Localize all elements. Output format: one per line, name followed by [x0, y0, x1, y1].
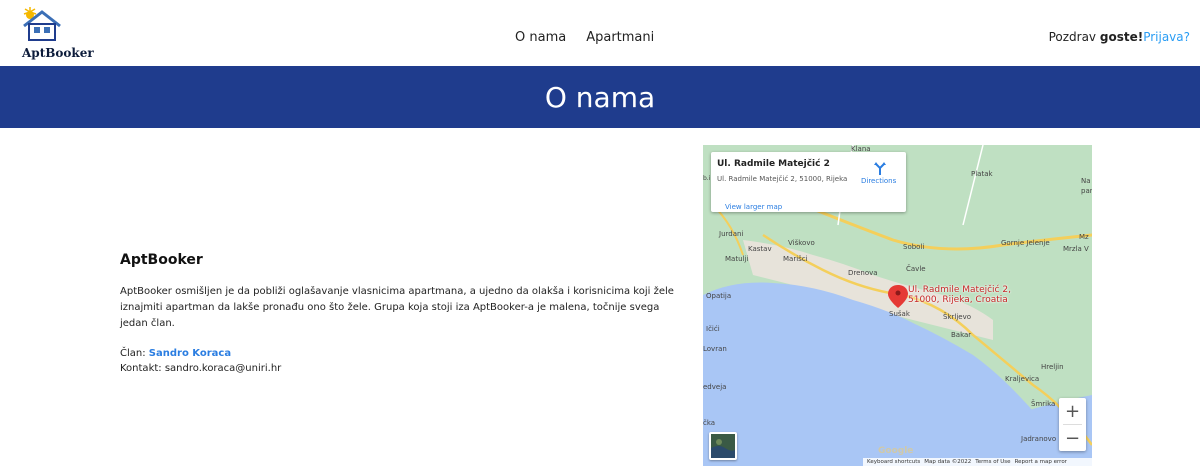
place-info-card: Ul. Radmile Matejčić 2 Ul. Radmile Matej… [711, 152, 906, 212]
map-label-icka: čka [703, 419, 716, 427]
contact-label: Kontakt: [120, 363, 162, 374]
map-label-par: par [1081, 187, 1092, 195]
terms-link[interactable]: Terms of Use [975, 459, 1010, 465]
contact-email: sandro.koraca@uniri.hr [164, 363, 282, 374]
map-label-drenova: Drenova [848, 269, 878, 277]
about-description: AptBooker osmišljen je da pobliži oglaša… [120, 286, 674, 329]
map-label-mz: Mz [1079, 233, 1089, 241]
zoom-in-button[interactable]: + [1059, 398, 1086, 424]
map-label-lovran: Lovran [703, 345, 727, 353]
map-label-hreljin: Hreljin [1041, 363, 1064, 371]
map-label-na: Na [1081, 177, 1091, 185]
top-navigation-bar: AptBooker O nama Apartmani Pozdrav goste… [0, 0, 1200, 66]
place-title: Ul. Radmile Matejčić 2 [717, 159, 830, 169]
map-label-platak: Platak [971, 170, 993, 178]
map-label-medveja: edveja [703, 383, 727, 391]
map-label-mrzla: Mrzla V [1063, 245, 1089, 253]
map-label-icici: Ičići [706, 325, 720, 333]
map-label-susak: Sušak [889, 310, 910, 318]
satellite-thumbnail-icon [711, 434, 735, 458]
map-label-gornje-jelenje: Gornje Jelenje [1001, 239, 1050, 247]
map-label-soboli: Soboli [903, 243, 925, 251]
nav-item-o-nama[interactable]: O nama [515, 30, 566, 45]
map-label-skrljevo: Škrljevo [943, 313, 971, 321]
house-sun-icon [23, 7, 61, 41]
directions-link[interactable]: Directions [861, 177, 896, 185]
aptbooker-logo[interactable]: AptBooker [16, 6, 96, 62]
map-label-kraljevica: Kraljevica [1005, 375, 1040, 383]
directions-icon[interactable] [872, 160, 888, 176]
map-label-opatija: Opatija [706, 292, 732, 300]
report-error-link[interactable]: Report a map error [1015, 459, 1067, 465]
map-label-matulji: Matulji [725, 255, 749, 263]
map-label-jadranovo: Jadranovo [1021, 435, 1057, 443]
login-link[interactable]: Prijava? [1143, 30, 1190, 44]
page-banner: O nama [0, 66, 1200, 128]
guest-name: goste! [1099, 30, 1144, 44]
map-label-cavle: Čavle [906, 265, 926, 273]
embedded-map[interactable]: Klana Platak Na par b.i Jurdani Kastav V… [703, 145, 1092, 466]
google-logo: Google [878, 446, 914, 456]
satellite-toggle[interactable] [709, 432, 737, 460]
map-label-marisci: Marišci [783, 255, 808, 263]
map-footer: Keyboard shortcuts Map data ©2022 Terms … [863, 458, 1092, 466]
pin-label-line1: Ul. Radmile Matejčić 2, [908, 285, 1011, 295]
pin-label-line2: 51000, Rijeka, Croatia [908, 295, 1008, 305]
keyboard-shortcuts-link[interactable]: Keyboard shortcuts [867, 459, 920, 465]
map-label-smrika: Šmrika [1031, 400, 1056, 408]
map-label-kastav: Kastav [748, 245, 772, 253]
map-label-viskovo: Viškovo [788, 239, 815, 247]
map-label-bakar: Bakar [951, 331, 972, 339]
member-info: Član: Sandro Koraca Kontakt: sandro.kora… [120, 346, 690, 376]
about-section: AptBooker AptBooker osmišljen je da pobl… [120, 252, 690, 376]
main-nav: O nama Apartmani [515, 30, 654, 45]
page-title: O nama [544, 80, 656, 114]
map-label-jurdani: Jurdani [719, 230, 744, 238]
member-label: Član: [120, 348, 146, 359]
zoom-controls: + − [1059, 398, 1086, 451]
member-name-link[interactable]: Sandro Koraca [149, 348, 231, 359]
map-data-text: Map data ©2022 [924, 459, 972, 465]
zoom-out-button[interactable]: − [1059, 425, 1086, 451]
place-address: Ul. Radmile Matejčić 2, 51000, Rijeka [717, 175, 848, 183]
nav-item-apartmani[interactable]: Apartmani [586, 30, 654, 45]
pin-label: Ul. Radmile Matejčić 2, 51000, Rijeka, C… [908, 285, 1011, 305]
about-heading: AptBooker [120, 252, 203, 268]
greeting-text: Pozdrav [1048, 30, 1097, 44]
logo-text: AptBooker [22, 46, 94, 60]
user-greeting: Pozdrav goste!Prijava? [1049, 30, 1190, 44]
map-label-bi: b.i [703, 175, 711, 182]
view-larger-map-link[interactable]: View larger map [725, 203, 782, 211]
